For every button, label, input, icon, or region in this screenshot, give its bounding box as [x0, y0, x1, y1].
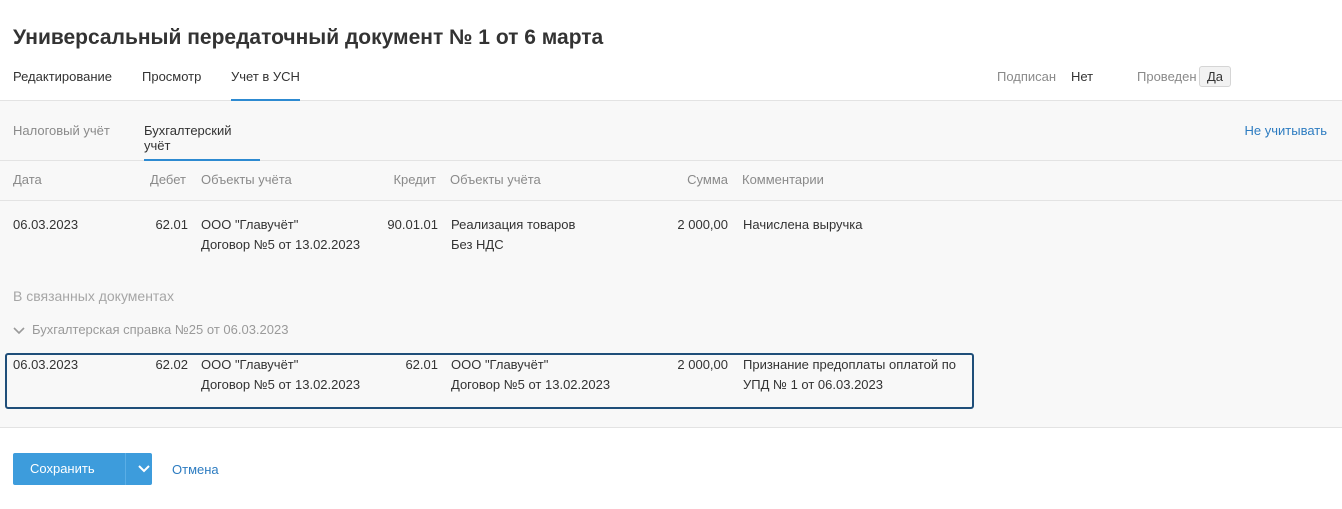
- table-header: Дата Дебет Объекты учёта Кредит Объекты …: [0, 161, 1342, 201]
- row-credit-object-2: Без НДС: [451, 237, 504, 252]
- save-button-divider: [125, 453, 126, 485]
- page-title: Универсальный передаточный документ № 1 …: [13, 26, 604, 49]
- related-row-date: 06.03.2023: [13, 357, 79, 372]
- related-row-credit: 62.01: [405, 357, 438, 372]
- related-row-credit-object-1: ООО "Главучёт": [451, 357, 549, 372]
- related-row-debit-object-1: ООО "Главучёт": [201, 357, 299, 372]
- cancel-link[interactable]: Отмена: [172, 462, 219, 477]
- related-row-comment-1: Признание предоплаты оплатой по: [743, 357, 956, 372]
- related-documents-heading: В связанных документах: [13, 288, 174, 304]
- related-row-credit-object-2: Договор №5 от 13.02.2023: [451, 377, 611, 392]
- related-row-debit-object-2: Договор №5 от 13.02.2023: [201, 377, 361, 392]
- save-button[interactable]: Сохранить: [13, 453, 152, 485]
- col-date: Дата: [13, 172, 42, 187]
- row-debit: 62.01: [155, 217, 188, 232]
- exclude-link[interactable]: Не учитывать: [1245, 123, 1328, 138]
- row-credit-object-1: Реализация товаров: [451, 217, 576, 232]
- related-document-toggle[interactable]: Бухгалтерская справка №25 от 06.03.2023: [13, 322, 288, 338]
- related-document-title: Бухгалтерская справка №25 от 06.03.2023: [32, 322, 289, 337]
- tab-editing[interactable]: Редактирование: [13, 69, 112, 101]
- accounting-panel: Налоговый учёт Бухгалтерский учёт Не учи…: [0, 101, 1342, 428]
- col-credit: Кредит: [393, 172, 436, 187]
- row-debit-object-1: ООО "Главучёт": [201, 217, 299, 232]
- tab-preview[interactable]: Просмотр: [142, 69, 201, 101]
- related-row-debit: 62.02: [155, 357, 188, 372]
- col-amount: Сумма: [687, 172, 728, 187]
- related-row-comment-2: УПД № 1 от 06.03.2023: [743, 377, 883, 392]
- main-tabs: Редактирование Просмотр Учет в УСН Подпи…: [0, 60, 1342, 101]
- row-debit-object-2: Договор №5 от 13.02.2023: [201, 237, 361, 252]
- row-credit: 90.01.01: [387, 217, 438, 232]
- related-row-amount: 2 000,00: [677, 357, 728, 372]
- subtab-tax[interactable]: Налоговый учёт: [13, 123, 110, 161]
- col-credit-objects: Объекты учёта: [450, 172, 541, 187]
- subtab-accounting[interactable]: Бухгалтерский учёт: [144, 123, 260, 161]
- chevron-down-icon: [13, 323, 27, 338]
- col-comments: Комментарии: [742, 172, 824, 187]
- signed-label: Подписан: [997, 69, 1057, 84]
- save-button-label: Сохранить: [30, 461, 95, 476]
- chevron-down-icon[interactable]: [137, 463, 151, 475]
- col-debit: Дебет: [150, 172, 186, 187]
- row-amount: 2 000,00: [677, 217, 728, 232]
- accounting-subtabs: Налоговый учёт Бухгалтерский учёт Не учи…: [0, 101, 1342, 161]
- row-date: 06.03.2023: [13, 217, 79, 232]
- signed-value[interactable]: Нет: [1071, 69, 1093, 84]
- col-debit-objects: Объекты учёта: [201, 172, 292, 187]
- tab-usn-accounting[interactable]: Учет в УСН: [231, 69, 300, 101]
- posted-toggle[interactable]: Да: [1199, 66, 1232, 87]
- posted-label: Проведен: [1137, 69, 1197, 84]
- row-comment: Начислена выручка: [743, 217, 863, 232]
